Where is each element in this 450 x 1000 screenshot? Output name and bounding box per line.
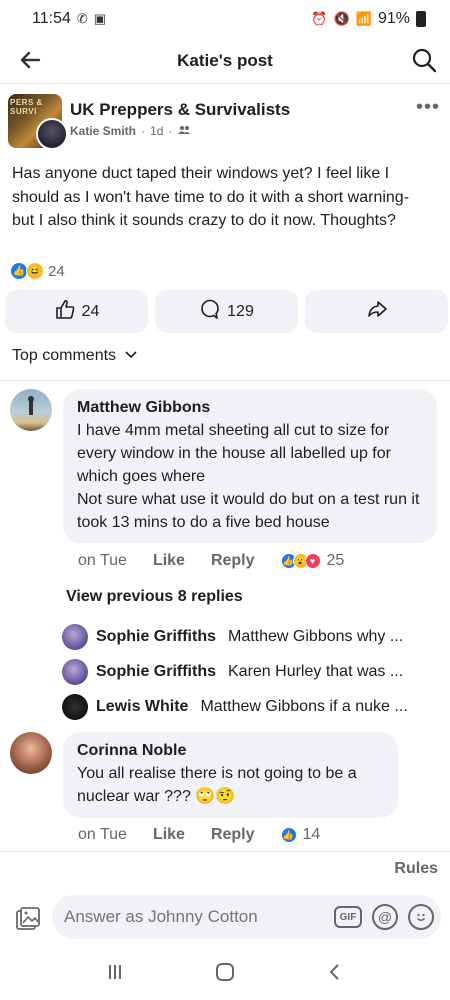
- comment-text: You all realise there is not going to be…: [77, 765, 357, 805]
- battery-icon: [416, 11, 426, 27]
- group-name[interactable]: UK Preppers & Survivalists: [70, 100, 290, 120]
- author-avatar[interactable]: [36, 118, 68, 150]
- reaction-count: 24: [48, 262, 65, 280]
- share-button[interactable]: [305, 290, 448, 333]
- like-reaction-icon: 👍: [280, 827, 297, 843]
- comment-reply-button[interactable]: Reply: [211, 826, 255, 844]
- comment-like-button[interactable]: Like: [153, 552, 185, 570]
- like-count: 24: [81, 302, 100, 320]
- gif-icon[interactable]: GIF: [334, 906, 362, 928]
- reply-avatar[interactable]: [62, 659, 88, 685]
- thumbs-up-icon: [54, 298, 76, 325]
- chevron-down-icon: [124, 347, 138, 365]
- back-icon[interactable]: [325, 962, 345, 988]
- post-time: 1d: [150, 124, 164, 138]
- comment-bubble[interactable]: Corinna Noble You all realise there is n…: [63, 732, 398, 818]
- alarm-icon: ⏰: [311, 11, 328, 26]
- comment-text: I have 4mm metal sheeting all cut to siz…: [77, 422, 420, 531]
- at-mention-icon[interactable]: @: [372, 904, 398, 930]
- status-bar: 11:54 ✆ ▣ ⏰ 🔇 📶 91%: [0, 0, 450, 38]
- comment-bubble[interactable]: Matthew Gibbons I have 4mm metal sheetin…: [63, 389, 437, 543]
- home-icon[interactable]: [214, 961, 236, 989]
- photo-icon[interactable]: [14, 905, 42, 933]
- divider: [0, 380, 450, 381]
- comment-sort-label: Top comments: [12, 347, 117, 364]
- comment-sort-dropdown[interactable]: Top comments: [12, 347, 138, 365]
- search-icon[interactable]: [408, 44, 440, 76]
- commenter-avatar[interactable]: [10, 389, 52, 431]
- commenter-avatar[interactable]: [10, 732, 52, 774]
- comment-time: on Tue: [78, 552, 127, 569]
- post-actions: 24 129: [5, 290, 448, 333]
- commenter-name[interactable]: Corinna Noble: [77, 742, 384, 760]
- reactions-summary[interactable]: 👍 😆 24: [10, 262, 65, 280]
- mute-icon: 🔇: [333, 11, 350, 26]
- reply-avatar[interactable]: [62, 624, 88, 650]
- reply-author[interactable]: Lewis White: [96, 698, 188, 716]
- post-meta: Katie Smith · 1d ·: [70, 124, 191, 138]
- meta-separator: ·: [168, 124, 173, 138]
- whatsapp-icon: ✆: [76, 11, 88, 26]
- post-text: Has anyone duct taped their windows yet?…: [12, 165, 410, 229]
- comment-bubble-icon: [199, 298, 221, 325]
- battery-percent: 91%: [377, 10, 410, 27]
- meta-separator: ·: [141, 124, 146, 138]
- reply-author[interactable]: Sophie Griffiths: [96, 628, 216, 646]
- emoji-icon[interactable]: [408, 904, 434, 930]
- rules-link[interactable]: Rules: [394, 860, 438, 878]
- app-bar: Katie's post: [0, 38, 450, 84]
- comment-button[interactable]: 129: [155, 290, 298, 333]
- like-button[interactable]: 24: [5, 290, 148, 333]
- reply-item[interactable]: Lewis White Matthew Gibbons if a nuke ..…: [62, 693, 442, 721]
- reply-avatar[interactable]: [62, 694, 88, 720]
- group-logo-text: PERS & SURVI: [10, 98, 43, 116]
- reply-item[interactable]: Sophie Griffiths Karen Hurley that was .…: [62, 658, 442, 686]
- comment-composer: GIF @: [0, 895, 450, 941]
- comment-actions: on Tue Like Reply 👍 14: [78, 826, 320, 844]
- status-time: 11:54: [32, 10, 71, 27]
- reply-author[interactable]: Sophie Griffiths: [96, 663, 216, 681]
- post-author[interactable]: Katie Smith: [70, 124, 136, 138]
- share-arrow-icon: [366, 298, 388, 325]
- commenter-name[interactable]: Matthew Gibbons: [77, 399, 423, 417]
- composer-tools: GIF @: [334, 904, 434, 930]
- wifi-icon: 📶: [355, 11, 372, 26]
- page-title: Katie's post: [177, 50, 273, 70]
- reply-item[interactable]: Sophie Griffiths Matthew Gibbons why ...: [62, 623, 442, 651]
- post-header: PERS & SURVI UK Preppers & Survivalists …: [8, 94, 442, 154]
- haha-reaction-icon: 😆: [26, 262, 44, 280]
- love-reaction-icon: ♥: [304, 553, 321, 569]
- reply-text: Matthew Gibbons why ...: [228, 628, 404, 645]
- reply-text: Karen Hurley that was ...: [228, 663, 404, 680]
- comment-actions: on Tue Like Reply 👍 😮 ♥ 25: [78, 552, 344, 570]
- comment-reaction-count: 14: [302, 826, 321, 843]
- divider: [0, 851, 450, 852]
- more-options-icon[interactable]: •••: [416, 96, 440, 119]
- comment-count: 129: [227, 302, 254, 320]
- group-privacy-icon: [177, 124, 191, 138]
- back-arrow-icon[interactable]: [14, 44, 46, 76]
- gallery-icon: ▣: [93, 11, 107, 26]
- comment-reply-button[interactable]: Reply: [211, 552, 255, 570]
- comment-reaction-count: 25: [326, 552, 345, 569]
- comment-like-button[interactable]: Like: [153, 826, 185, 844]
- comment-time: on Tue: [78, 826, 127, 843]
- recent-apps-icon[interactable]: [105, 962, 125, 988]
- system-navigation-bar: [0, 950, 450, 1000]
- reply-text: Matthew Gibbons if a nuke ...: [200, 698, 408, 715]
- view-previous-replies[interactable]: View previous 8 replies: [66, 588, 243, 606]
